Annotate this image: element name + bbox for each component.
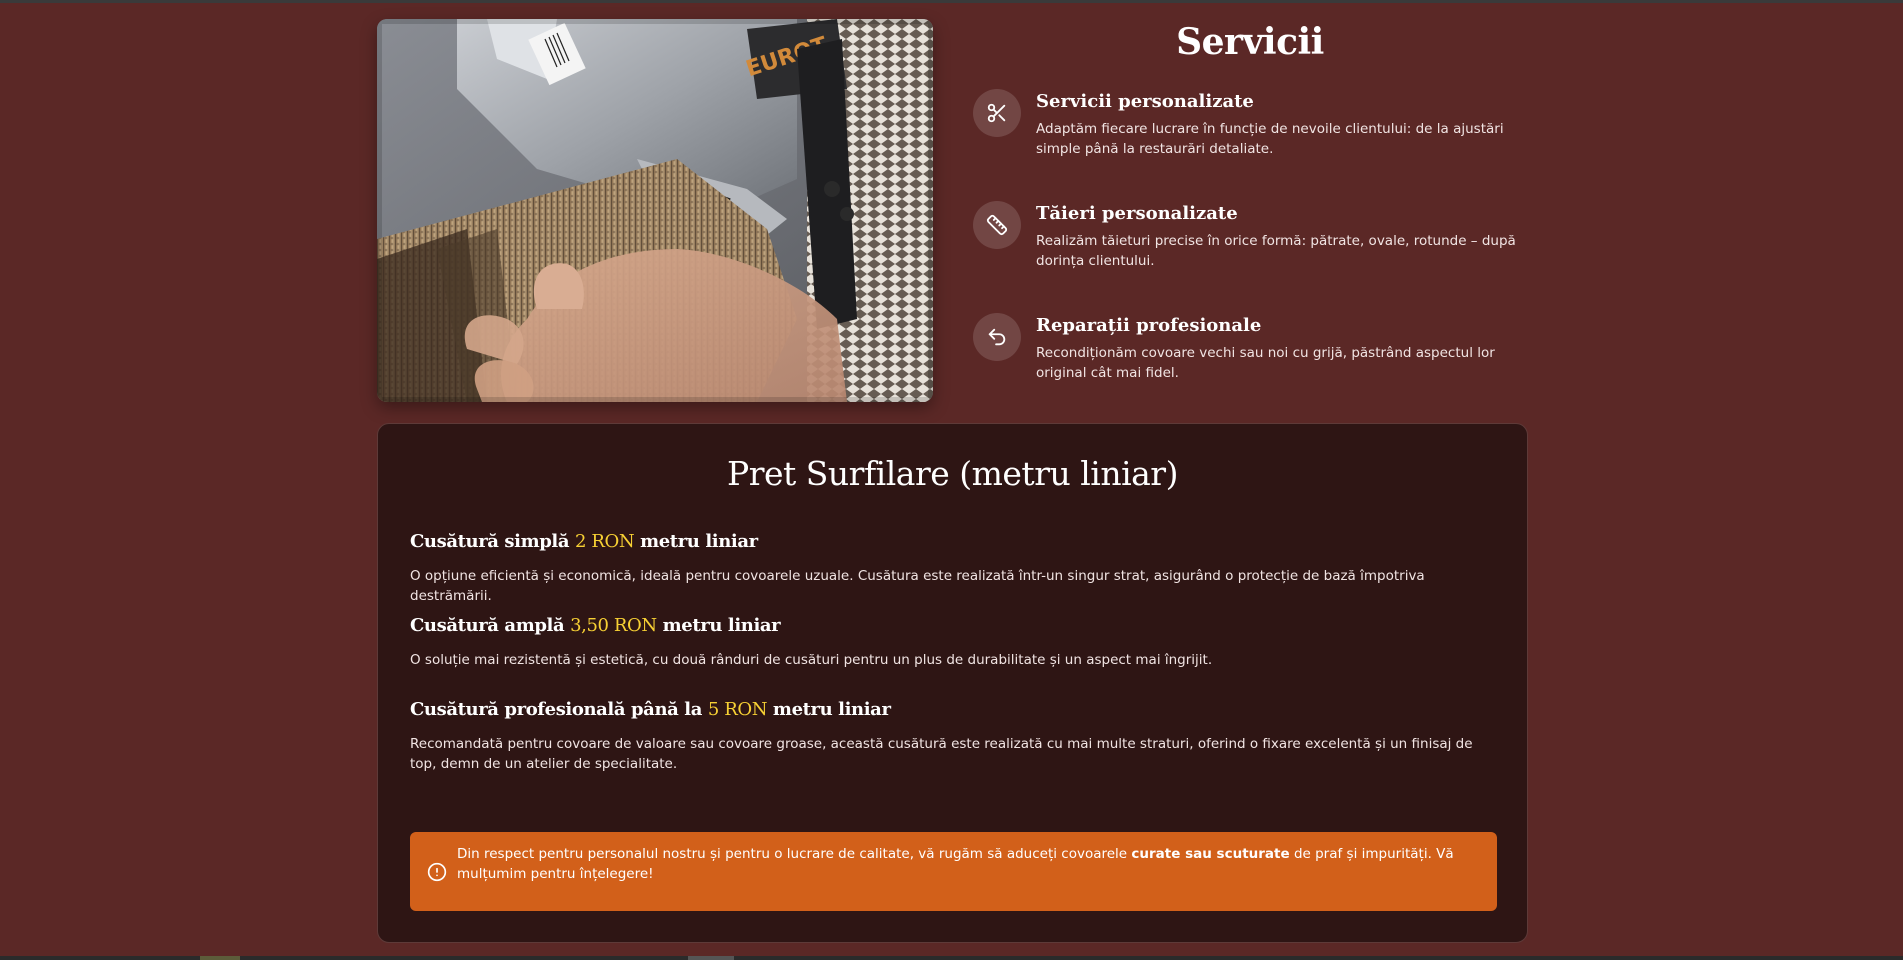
pricing-title: Pret Surfilare (metru liniar): [727, 454, 1178, 493]
notice-text-emphasis: curate sau scuturate: [1131, 846, 1290, 862]
service-title: Reparații profesionale: [1036, 315, 1262, 336]
cleanliness-notice: Din respect pentru personalul nostru și …: [410, 832, 1497, 911]
scissors-icon: [973, 89, 1021, 137]
tier-heading: Cusătură profesională până la 5 RON metr…: [410, 699, 1500, 720]
tier-unit: metru liniar: [656, 615, 781, 636]
pricing-tier-professional: Cusătură profesională până la 5 RON metr…: [410, 699, 1500, 774]
alert-circle-icon: [427, 862, 447, 882]
service-title: Servicii personalizate: [1036, 91, 1254, 112]
service-item-personalized: Servicii personalizate Adaptăm fiecare l…: [973, 89, 1533, 179]
service-item-repairs: Reparații profesionale Recondiționăm cov…: [973, 313, 1533, 403]
service-description: Realizăm tăieturi precise în orice formă…: [1036, 233, 1516, 269]
tier-price: 2 RON: [575, 531, 635, 552]
pricing-tier-simple: Cusătură simplă 2 RON metru liniar O opț…: [410, 531, 1500, 606]
tier-unit: metru liniar: [767, 699, 891, 720]
service-description: Adaptăm fiecare lucrare în funcție de ne…: [1036, 121, 1504, 157]
services-title: Servicii: [1176, 21, 1324, 63]
notice-text: Din respect pentru personalul nostru și …: [457, 844, 1477, 884]
notice-text-start: Din respect pentru personalul nostru și …: [457, 846, 1132, 862]
tier-name: Cusătură simplă: [410, 531, 575, 552]
pricing-card: Pret Surfilare (metru liniar) Cusătură s…: [377, 423, 1528, 943]
tier-name: Cusătură amplă: [410, 615, 571, 636]
tier-heading: Cusătură amplă 3,50 RON metru liniar: [410, 615, 1500, 636]
carpet-serging-photo: EUROT: [377, 19, 933, 402]
tier-price: 5 RON: [707, 699, 768, 720]
scroll-marker: [688, 956, 734, 960]
tier-description: O opțiune eficientă și economică, ideală…: [410, 568, 1425, 604]
service-item-cuts: Tăieri personalizate Realizăm tăieturi p…: [973, 201, 1533, 291]
tier-heading: Cusătură simplă 2 RON metru liniar: [410, 531, 1500, 552]
service-title: Tăieri personalizate: [1036, 203, 1238, 224]
tier-description: O soluție mai rezistentă și estetică, cu…: [410, 652, 1213, 668]
bottom-scroll-strip: [0, 956, 1903, 960]
ruler-icon: [973, 201, 1021, 249]
tier-price: 3,50 RON: [570, 615, 657, 636]
service-description: Recondiționăm covoare vechi sau noi cu g…: [1036, 345, 1495, 381]
tier-unit: metru liniar: [634, 531, 758, 552]
tier-description: Recomandată pentru covoare de valoare sa…: [410, 736, 1473, 772]
tier-name: Cusătură profesională până la: [410, 699, 708, 720]
page: EUROT Servicii Servicii personalizate Ad…: [0, 0, 1903, 960]
scroll-marker: [200, 956, 240, 960]
pricing-tier-ample: Cusătură amplă 3,50 RON metru liniar O s…: [410, 615, 1500, 670]
undo-arrow-icon: [973, 313, 1021, 361]
